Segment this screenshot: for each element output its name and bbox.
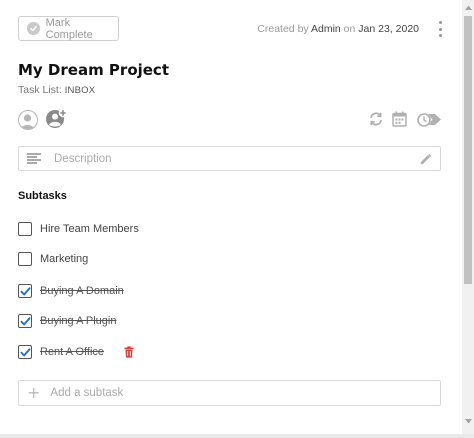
scroll-down-arrow-icon[interactable] xyxy=(462,416,474,426)
subtask-checkbox[interactable] xyxy=(18,252,32,266)
subtask-label[interactable]: Buying A Plugin xyxy=(40,315,116,327)
repeat-icon[interactable] xyxy=(368,111,384,127)
pencil-icon[interactable] xyxy=(419,153,432,171)
subtask-item: Rent A Office xyxy=(18,344,134,360)
clock-tag-icon[interactable] xyxy=(416,111,442,128)
subtask-label[interactable]: Hire Team Members xyxy=(40,223,139,235)
task-list-value[interactable]: INBOX xyxy=(65,85,96,96)
task-list-label: Task List: xyxy=(18,84,65,96)
task-title[interactable]: My Dream Project xyxy=(18,61,169,79)
subtask-item: Buying A Domain xyxy=(18,283,124,299)
horizontal-scrollbar[interactable] xyxy=(0,434,474,438)
subtask-item: Hire Team Members xyxy=(18,221,139,237)
created-prefix: Created by xyxy=(257,23,311,35)
task-list-info: Task List: INBOX xyxy=(18,84,95,96)
check-circle-icon xyxy=(27,22,40,35)
created-by-user: Admin xyxy=(311,23,341,35)
subtask-checkbox-checked[interactable] xyxy=(18,314,32,328)
more-options-icon[interactable] xyxy=(436,21,444,37)
scroll-up-arrow-icon[interactable] xyxy=(462,2,474,12)
text-lines-icon xyxy=(27,153,41,164)
plus-icon: + xyxy=(27,383,41,402)
subtask-item: Buying A Plugin xyxy=(18,313,116,329)
add-subtask-placeholder: Add a subtask xyxy=(50,387,124,399)
created-on-word: on xyxy=(340,23,359,35)
subtasks-heading: Subtasks xyxy=(18,190,67,202)
add-user-icon[interactable] xyxy=(46,108,68,130)
mark-complete-button[interactable]: Mark Complete xyxy=(18,16,119,41)
subtask-item: Marketing xyxy=(18,251,88,267)
description-placeholder: Description xyxy=(54,152,112,165)
description-field[interactable]: Description xyxy=(18,146,441,171)
user-avatar-icon[interactable] xyxy=(18,110,38,130)
created-info: Created by Admin on Jan 23, 2020 xyxy=(257,23,419,35)
created-date: Jan 23, 2020 xyxy=(358,23,419,35)
mark-complete-label: Mark Complete xyxy=(45,16,93,41)
trash-icon[interactable] xyxy=(124,346,134,358)
vertical-scrollbar[interactable] xyxy=(462,0,474,438)
add-subtask-input[interactable]: + Add a subtask xyxy=(18,380,441,406)
subtask-checkbox-checked[interactable] xyxy=(18,345,32,359)
subtask-checkbox[interactable] xyxy=(18,222,32,236)
calendar-icon[interactable] xyxy=(392,111,407,127)
subtask-label[interactable]: Buying A Domain xyxy=(40,285,124,297)
task-detail-panel: Mark Complete Created by Admin on Jan 23… xyxy=(0,0,462,438)
subtask-label[interactable]: Rent A Office xyxy=(40,346,104,358)
scrollbar-thumb[interactable] xyxy=(464,16,472,284)
subtask-checkbox-checked[interactable] xyxy=(18,284,32,298)
subtask-label[interactable]: Marketing xyxy=(40,253,88,265)
